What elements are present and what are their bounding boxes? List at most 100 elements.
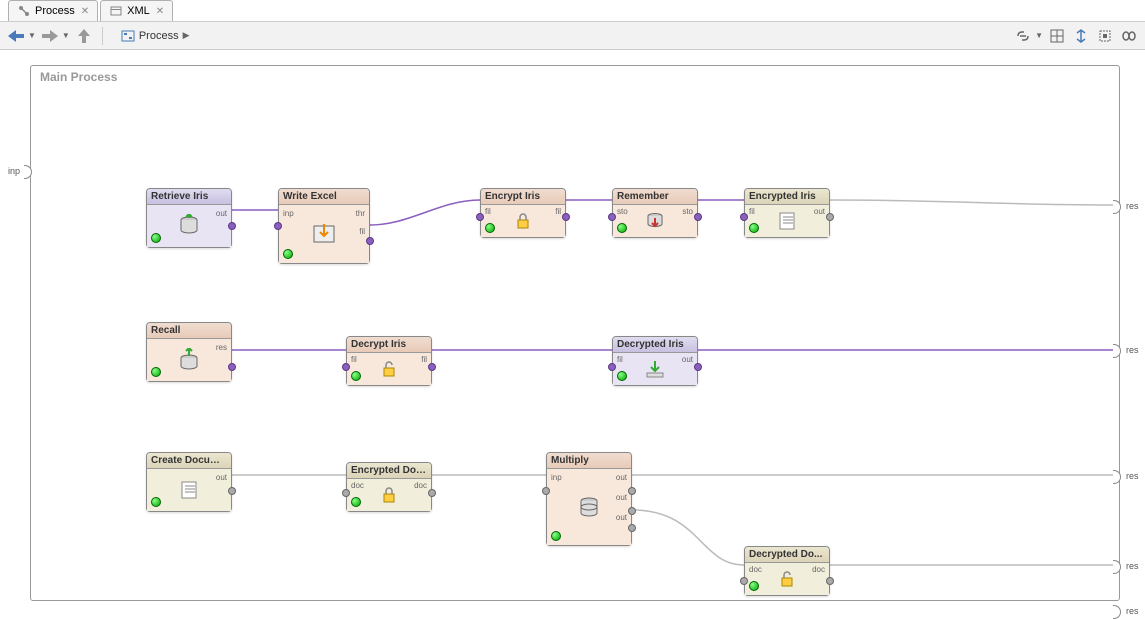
- output-port[interactable]: [628, 487, 636, 495]
- port-label: res: [1126, 561, 1139, 571]
- input-port[interactable]: [342, 363, 350, 371]
- status-indicator: [749, 223, 759, 233]
- process-canvas[interactable]: Main Process inp res res res res res Ret…: [0, 50, 1145, 601]
- input-port[interactable]: [740, 213, 748, 221]
- link-button[interactable]: [1013, 26, 1033, 46]
- breadcrumb[interactable]: Process ▶: [121, 29, 190, 43]
- output-port[interactable]: [826, 213, 834, 221]
- node-decrypted-iris[interactable]: Decrypted Iris fil out: [612, 336, 698, 386]
- tab-process[interactable]: Process ✕: [8, 0, 98, 21]
- global-port-res[interactable]: [1113, 344, 1123, 358]
- node-title: Encrypted Iris: [745, 189, 829, 205]
- input-port[interactable]: [274, 222, 282, 230]
- breadcrumb-label: Process: [139, 30, 179, 42]
- input-port[interactable]: [542, 487, 550, 495]
- chevron-down-icon[interactable]: ▼: [28, 31, 36, 40]
- global-port-inp[interactable]: [24, 165, 34, 179]
- output-port[interactable]: [428, 363, 436, 371]
- port-label: res: [1126, 606, 1139, 616]
- port-label: out: [682, 355, 693, 364]
- node-title: Decrypted Do...: [745, 547, 829, 563]
- node-encrypted-iris[interactable]: Encrypted Iris fil out: [744, 188, 830, 238]
- output-port[interactable]: [628, 524, 636, 532]
- global-port-res[interactable]: [1113, 605, 1123, 619]
- node-decrypted-doc[interactable]: Decrypted Do... doc doc: [744, 546, 830, 596]
- port-label: res: [216, 343, 227, 352]
- select-button[interactable]: [1095, 26, 1115, 46]
- tab-xml[interactable]: XML ✕: [100, 0, 173, 21]
- input-port[interactable]: [608, 213, 616, 221]
- node-encrypted-doc[interactable]: Encrypted Doc... doc doc: [346, 462, 432, 512]
- node-title: Multiply: [547, 453, 631, 469]
- status-indicator: [749, 581, 759, 591]
- tab-label: Process: [35, 5, 75, 17]
- nav-up-button[interactable]: [74, 26, 94, 46]
- port-label: sto: [682, 207, 693, 216]
- node-title: Remember: [613, 189, 697, 205]
- port-label: fil: [617, 355, 623, 364]
- output-port[interactable]: [562, 213, 570, 221]
- port-label: inp: [551, 473, 562, 482]
- global-port-res[interactable]: [1113, 200, 1123, 214]
- port-label: out: [216, 473, 227, 482]
- input-port[interactable]: [608, 363, 616, 371]
- xml-icon: [109, 4, 123, 18]
- node-remember[interactable]: Remember sto sto: [612, 188, 698, 238]
- output-port[interactable]: [694, 363, 702, 371]
- status-indicator: [617, 223, 627, 233]
- database-retrieve-icon: [175, 212, 203, 240]
- port-label: inp: [8, 166, 20, 176]
- output-port[interactable]: [366, 237, 374, 245]
- node-encrypt-iris[interactable]: Encrypt Iris fil fil: [480, 188, 566, 238]
- chevron-down-icon[interactable]: ▼: [62, 31, 70, 40]
- excel-write-icon: [310, 220, 338, 248]
- output-port[interactable]: [628, 507, 636, 515]
- status-indicator: [151, 233, 161, 243]
- output-port[interactable]: [228, 363, 236, 371]
- database-down-icon: [641, 207, 669, 235]
- close-icon[interactable]: ✕: [81, 6, 89, 17]
- node-decrypt-iris[interactable]: Decrypt Iris fil fil: [346, 336, 432, 386]
- status-indicator: [151, 367, 161, 377]
- canvas-title: Main Process: [40, 70, 117, 84]
- port-label: res: [1126, 471, 1139, 481]
- status-indicator: [351, 371, 361, 381]
- global-port-res[interactable]: [1113, 470, 1123, 484]
- node-title: Encrypted Doc...: [347, 463, 431, 479]
- lock-icon: [375, 481, 403, 509]
- output-port[interactable]: [694, 213, 702, 221]
- port-label: out: [616, 513, 627, 522]
- port-label: res: [1126, 345, 1139, 355]
- arrange-button[interactable]: [1071, 26, 1091, 46]
- output-port[interactable]: [428, 489, 436, 497]
- database-icon: [575, 493, 603, 521]
- output-port[interactable]: [228, 487, 236, 495]
- nav-back-button[interactable]: [6, 26, 26, 46]
- node-recall[interactable]: Recall res: [146, 322, 232, 382]
- node-multiply[interactable]: Multiply inp out out out: [546, 452, 632, 546]
- node-write-excel[interactable]: Write Excel inp thr fil: [278, 188, 370, 264]
- output-port[interactable]: [228, 222, 236, 230]
- input-port[interactable]: [476, 213, 484, 221]
- port-label: fil: [749, 207, 755, 216]
- node-title: Decrypt Iris: [347, 337, 431, 353]
- port-label: out: [814, 207, 825, 216]
- port-label: out: [216, 209, 227, 218]
- nav-forward-button[interactable]: [40, 26, 60, 46]
- node-retrieve-iris[interactable]: Retrieve Iris out: [146, 188, 232, 248]
- node-create-docum[interactable]: Create Docum... out: [146, 452, 232, 512]
- document-icon: [773, 207, 801, 235]
- input-port[interactable]: [740, 577, 748, 585]
- chain-button[interactable]: [1119, 26, 1139, 46]
- node-title: Recall: [147, 323, 231, 339]
- chevron-down-icon[interactable]: ▼: [1035, 31, 1043, 40]
- output-port[interactable]: [826, 577, 834, 585]
- port-label: res: [1126, 201, 1139, 211]
- port-label: doc: [351, 481, 364, 490]
- tab-label: XML: [127, 5, 150, 17]
- close-icon[interactable]: ✕: [156, 6, 164, 17]
- input-port[interactable]: [342, 489, 350, 497]
- grid-button[interactable]: [1047, 26, 1067, 46]
- global-port-res[interactable]: [1113, 560, 1123, 574]
- port-label: doc: [749, 565, 762, 574]
